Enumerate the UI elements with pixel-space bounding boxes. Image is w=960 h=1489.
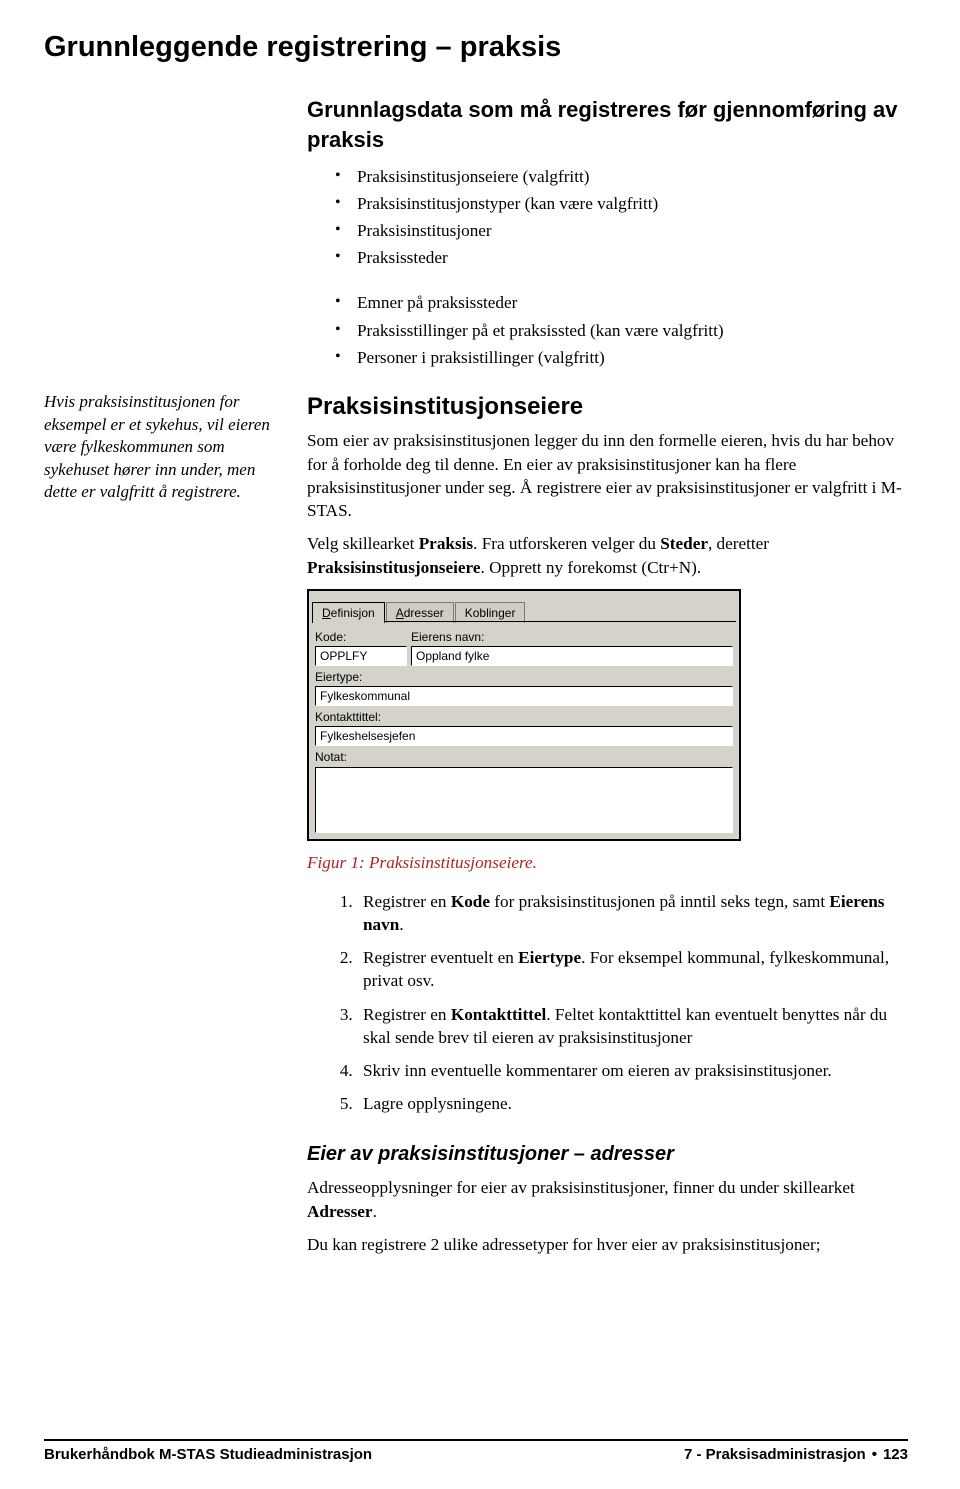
bullet-item: Praksisstillinger på et praksissted (kan…	[335, 319, 904, 342]
footer-page-number: 123	[883, 1445, 908, 1465]
eiertype-input[interactable]	[315, 686, 733, 706]
kontakttittel-input[interactable]	[315, 726, 733, 746]
subsection-heading: Eier av praksisinstitusjoner – adresser	[307, 1141, 904, 1168]
dialog-panel: Definisjon Adresser Koblinger Kode: Eier…	[307, 589, 741, 841]
page-footer: Brukerhåndbok M-STAS Studieadministrasjo…	[44, 1439, 908, 1465]
bullet-item: Emner på praksissteder	[335, 291, 904, 314]
bullet-item: Praksisinstitusjonseiere (valgfritt)	[335, 165, 904, 188]
eierens-navn-input[interactable]	[411, 646, 733, 666]
body-text: Adresseopplysninger for eier av praksisi…	[307, 1176, 904, 1222]
label-eiertype: Eiertype:	[315, 669, 733, 685]
body-text: Som eier av praksisinstitusjonen legger …	[307, 429, 904, 522]
kode-input[interactable]	[315, 646, 407, 666]
bullet-item: Praksisinstitusjonstyper (kan være valgf…	[335, 192, 904, 215]
bullet-item: Praksissteder	[335, 246, 904, 269]
label-kontakttittel: Kontakttittel:	[315, 709, 733, 725]
body-text: Du kan registrere 2 ulike adressetyper f…	[307, 1233, 904, 1256]
tab-definisjon[interactable]: Definisjon	[312, 602, 385, 623]
step-item: Registrer en Kontakttittel. Feltet konta…	[357, 1003, 904, 1049]
intro-heading: Grunnlagsdata som må registreres før gje…	[307, 95, 904, 154]
footer-right-section: 7 - Praksisadministrasjon	[684, 1445, 866, 1465]
tab-koblinger[interactable]: Koblinger	[455, 602, 526, 623]
footer-left: Brukerhåndbok M-STAS Studieadministrasjo…	[44, 1445, 372, 1465]
tab-adresser[interactable]: Adresser	[386, 602, 454, 623]
step-item: Lagre opplysningene.	[357, 1092, 904, 1115]
label-notat: Notat:	[315, 749, 733, 765]
body-text: Velg skillearket Praksis. Fra utforskere…	[307, 532, 904, 578]
step-item: Skriv inn eventuelle kommentarer om eier…	[357, 1059, 904, 1082]
notat-textarea[interactable]	[315, 767, 733, 833]
bullet-item: Praksisinstitusjoner	[335, 219, 904, 242]
step-list: Registrer en Kode for praksisinstitusjon…	[307, 890, 904, 1116]
label-kode: Kode:	[315, 629, 407, 645]
page-title: Grunnleggende registrering – praksis	[44, 28, 908, 67]
step-item: Registrer en Kode for praksisinstitusjon…	[357, 890, 904, 936]
margin-note: Hvis praksisinstitusjonen for eksempel e…	[44, 391, 279, 1266]
section-heading: Praksisinstitusjonseiere	[307, 391, 904, 423]
tab-strip: Definisjon Adresser Koblinger	[309, 591, 739, 622]
figure-caption: Figur 1: Praksisinstitusjonseiere.	[307, 851, 904, 874]
bullet-item: Personer i praksistillinger (valgfritt)	[335, 346, 904, 369]
label-navn: Eierens navn:	[411, 629, 733, 645]
bullet-icon: •	[872, 1445, 877, 1465]
step-item: Registrer eventuelt en Eiertype. For eks…	[357, 946, 904, 992]
